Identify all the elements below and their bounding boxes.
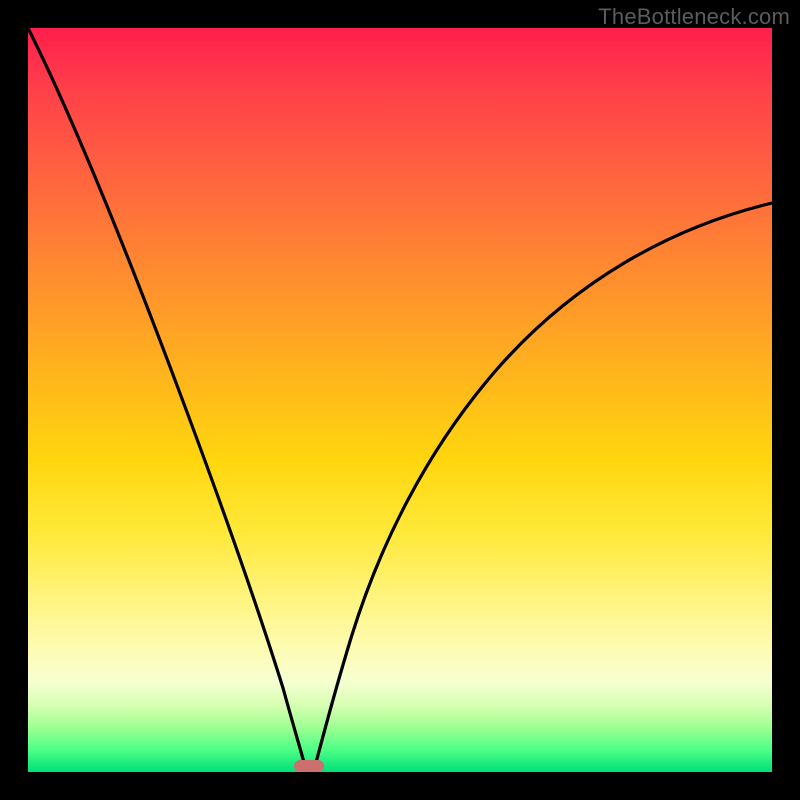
watermark-text: TheBottleneck.com xyxy=(598,4,790,30)
bottleneck-marker xyxy=(294,760,324,772)
plot-area xyxy=(28,28,772,772)
bottleneck-curve xyxy=(28,28,772,772)
curve-left-branch xyxy=(28,28,306,770)
chart-frame: TheBottleneck.com xyxy=(0,0,800,800)
curve-right-branch xyxy=(314,203,772,770)
